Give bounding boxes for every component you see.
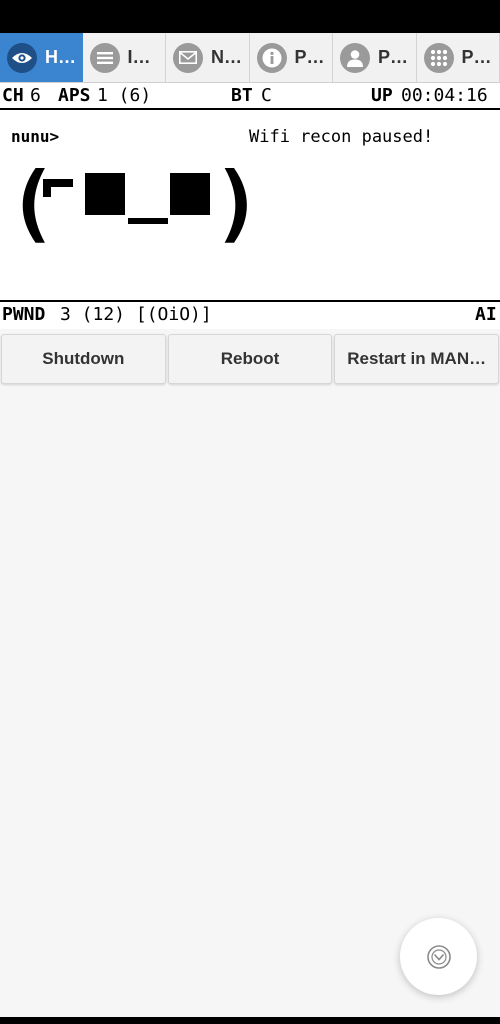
reboot-button[interactable]: Reboot — [167, 334, 333, 384]
system-status-bar — [0, 0, 500, 33]
tab-label: P… — [294, 47, 325, 67]
unit-name: nunu> — [11, 127, 60, 146]
face-right-eye — [170, 173, 210, 215]
stats-footer: PWND 3 (12) [(OiO)] AI — [0, 300, 500, 329]
tab-6[interactable]: P… — [417, 33, 500, 82]
action-buttons: Shutdown Reboot Restart in MAN… — [0, 334, 500, 384]
stats-header: CH 6 APS 1 (6) BT C UP 00:04:16 — [0, 83, 500, 110]
person-icon — [340, 42, 370, 73]
aps-value: 1 (6) — [97, 85, 152, 106]
tab-5[interactable]: P… — [333, 33, 417, 82]
info-icon — [256, 42, 287, 73]
pwnd-value: 3 (12) [(OiO)] — [60, 304, 212, 325]
eye-icon — [7, 42, 37, 73]
tab-label: I… — [127, 47, 151, 67]
uptime-value: 00:04:16 — [401, 85, 488, 106]
face-open-paren: ( — [7, 157, 58, 247]
face-left-eye — [85, 173, 125, 215]
face-mouth — [128, 218, 168, 224]
channel-label: CH — [2, 85, 24, 106]
tab-3[interactable]: N… — [166, 33, 250, 82]
mode-label: AI — [475, 304, 497, 325]
chevron-down-circle-icon — [426, 944, 451, 969]
pwnd-label: PWND — [2, 304, 46, 325]
aps-label: APS — [58, 85, 91, 106]
restart-manual-button[interactable]: Restart in MAN… — [334, 334, 500, 384]
tab-label: P… — [461, 47, 492, 67]
tab-label: P… — [378, 47, 409, 67]
face-eye-hook — [43, 187, 51, 197]
uptime-label: UP — [371, 85, 393, 106]
face-eye-bar — [43, 179, 73, 187]
pwnagotchi-display: CH 6 APS 1 (6) BT C UP 00:04:16 nunu> Wi… — [0, 83, 500, 329]
system-nav-bar — [0, 1017, 500, 1024]
shutdown-button[interactable]: Shutdown — [1, 334, 166, 384]
bt-label: BT — [231, 85, 253, 106]
tab-4[interactable]: P… — [250, 33, 333, 82]
tab-bar: H… I… N… P… P… P… — [0, 33, 500, 83]
list-icon — [89, 42, 120, 73]
tab-label: N… — [211, 47, 242, 67]
channel-value: 6 — [30, 85, 41, 106]
status-message: Wifi recon paused! — [249, 127, 434, 147]
tab-2[interactable]: I… — [83, 33, 166, 82]
bt-value: C — [261, 85, 272, 106]
face-display: ( ) — [7, 157, 247, 247]
tab-home[interactable]: H… — [0, 33, 83, 82]
tab-label: H… — [45, 47, 76, 67]
mail-icon — [173, 42, 203, 73]
face-close-paren: ) — [212, 157, 247, 247]
floating-action-button[interactable] — [400, 918, 477, 995]
grid-icon — [423, 42, 454, 73]
